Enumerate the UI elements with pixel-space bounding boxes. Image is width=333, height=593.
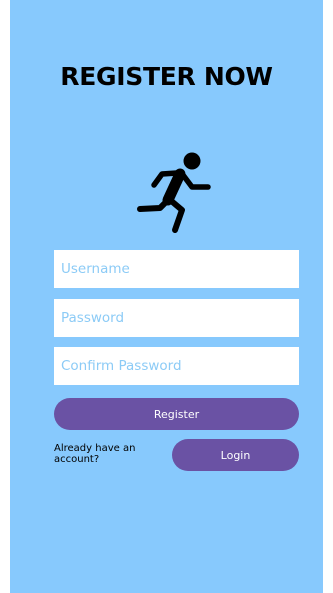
username-input[interactable]	[54, 250, 299, 288]
login-button[interactable]: Login	[172, 439, 299, 471]
password-input[interactable]	[54, 299, 299, 337]
register-screen: REGISTER NOW Register Already have an ac…	[10, 0, 323, 593]
running-person-icon	[137, 152, 211, 233]
page-title: REGISTER NOW	[60, 62, 273, 91]
register-button[interactable]: Register	[54, 398, 299, 430]
already-have-account-text: Already have an account?	[54, 443, 136, 465]
confirm-password-input[interactable]	[54, 347, 299, 385]
